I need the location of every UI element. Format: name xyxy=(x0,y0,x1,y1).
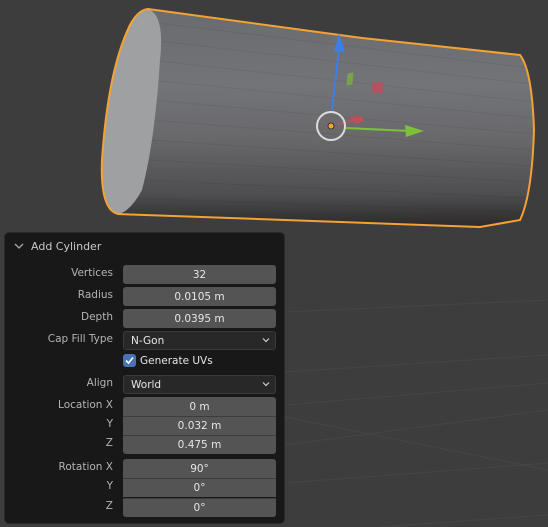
object-origin-dot xyxy=(327,122,335,130)
depth-field[interactable]: 0.0395 m xyxy=(123,309,276,328)
align-dropdown[interactable]: World xyxy=(123,375,276,394)
redo-last-panel: Add Cylinder Vertices 32 Radius 0.0105 m… xyxy=(5,233,284,523)
location-x-row: Location X 0 m xyxy=(5,397,284,416)
location-z-row: Z 0.475 m xyxy=(5,435,284,454)
checkbox-checked-icon xyxy=(123,354,136,367)
chevron-down-icon xyxy=(14,243,24,249)
location-z-label: Z xyxy=(105,437,113,449)
rotation-y-field[interactable]: 0° xyxy=(123,478,276,497)
cap-fill-type-row: Cap Fill Type N-Gon xyxy=(5,331,284,350)
vertices-row: Vertices 32 xyxy=(5,265,284,284)
location-x-label: Location X xyxy=(58,399,113,411)
checkmark-icon xyxy=(125,356,134,365)
generate-uvs-label: Generate UVs xyxy=(140,354,213,367)
rotation-x-field[interactable]: 90° xyxy=(123,459,276,478)
floor-grid xyxy=(284,299,548,527)
cylinder-body xyxy=(118,9,534,227)
rotation-x-label: Rotation X xyxy=(58,461,113,473)
xz-plane-handle xyxy=(371,81,384,94)
rotation-y-label: Y xyxy=(106,480,113,492)
radius-label: Radius xyxy=(77,289,113,301)
yz-plane-handle xyxy=(346,72,354,86)
align-label: Align xyxy=(86,377,113,389)
location-y-label: Y xyxy=(106,418,113,430)
location-y-row: Y 0.032 m xyxy=(5,416,284,435)
radius-field[interactable]: 0.0105 m xyxy=(123,287,276,306)
panel-title: Add Cylinder xyxy=(31,239,102,253)
vertices-field[interactable]: 32 xyxy=(123,265,276,284)
location-y-field[interactable]: 0.032 m xyxy=(123,416,276,435)
align-row: Align World xyxy=(5,375,284,394)
chevron-down-icon xyxy=(262,382,270,387)
rotation-y-row: Y 0° xyxy=(5,478,284,497)
cylinder-object xyxy=(100,7,536,229)
depth-row: Depth 0.0395 m xyxy=(5,309,284,328)
location-x-field[interactable]: 0 m xyxy=(123,397,276,416)
rotation-z-field[interactable]: 0° xyxy=(123,498,276,517)
chevron-down-icon xyxy=(262,338,270,343)
align-value: World xyxy=(131,378,162,391)
cap-fill-type-label: Cap Fill Type xyxy=(47,333,113,345)
cap-fill-type-value: N-Gon xyxy=(131,334,165,347)
panel-header[interactable]: Add Cylinder xyxy=(13,237,101,255)
rotation-z-label: Z xyxy=(105,500,113,512)
cap-fill-type-dropdown[interactable]: N-Gon xyxy=(123,331,276,350)
depth-label: Depth xyxy=(81,311,113,323)
rotation-z-row: Z 0° xyxy=(5,498,284,517)
radius-row: Radius 0.0105 m xyxy=(5,287,284,306)
rotation-x-row: Rotation X 90° xyxy=(5,459,284,478)
generate-uvs-checkbox[interactable]: Generate UVs xyxy=(123,354,213,367)
generate-uvs-row: Generate UVs xyxy=(5,354,284,373)
location-z-field[interactable]: 0.475 m xyxy=(123,435,276,454)
vertices-label: Vertices xyxy=(71,267,113,279)
